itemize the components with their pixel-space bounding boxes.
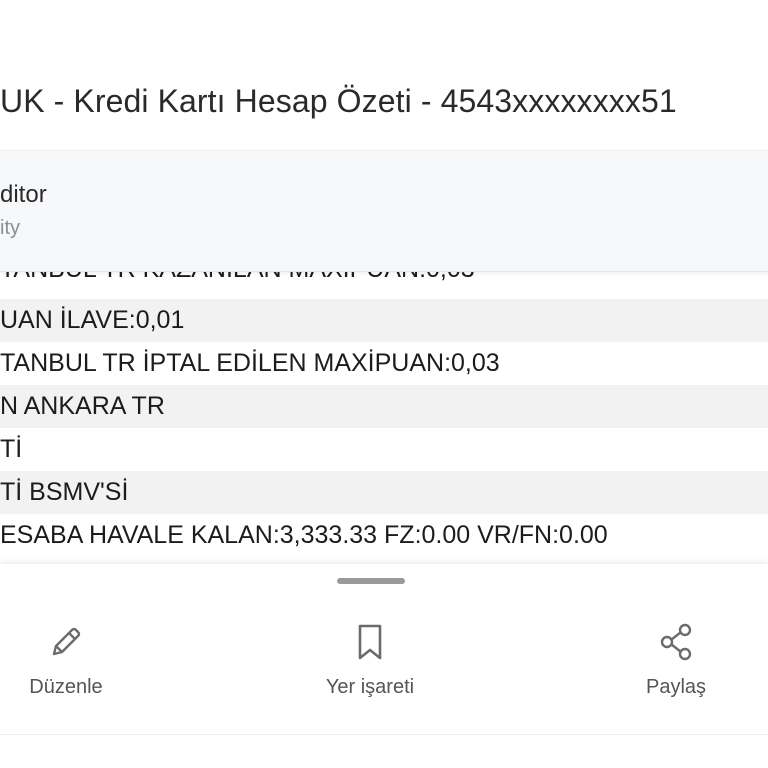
action-sheet: Düzenle Yer işareti Paylaş [0, 564, 768, 768]
statement-row: UAN İLAVE:0,01 [0, 299, 768, 342]
edit-label: Düzenle [29, 676, 103, 698]
header-name: ditor [0, 181, 47, 208]
statement-row: Tİ BSMV'Sİ [0, 471, 768, 514]
share-label: Paylaş [645, 676, 707, 698]
header-subtitle: ity [0, 217, 20, 239]
share-button[interactable]: Paylaş [596, 620, 756, 710]
statement-row: N ANKARA TR [0, 385, 768, 428]
bookmark-label: Yer işareti [325, 676, 415, 698]
statement-row: Tİ [0, 435, 23, 463]
divider [0, 734, 768, 735]
pencil-icon [52, 627, 81, 656]
bookmark-icon [358, 624, 382, 660]
edit-button[interactable]: Düzenle [0, 620, 146, 710]
share-icon [660, 623, 692, 661]
statement-row: TANBUL TR İPTAL EDİLEN MAXİPUAN:0,03 [0, 349, 500, 377]
statement-rows: TANBUL TR KAZANILAN MAXIPUAN:0,03 UAN İL… [0, 260, 768, 566]
drag-handle[interactable] [337, 578, 405, 584]
document-header: ditor ity [0, 150, 768, 272]
document-title: UK - Kredi Kartı Hesap Özeti - 4543xxxxx… [0, 83, 677, 119]
bookmark-button[interactable]: Yer işareti [290, 620, 450, 710]
statement-row: ESABA HAVALE KALAN:3,333.33 FZ:0.00 VR/F… [0, 521, 608, 549]
